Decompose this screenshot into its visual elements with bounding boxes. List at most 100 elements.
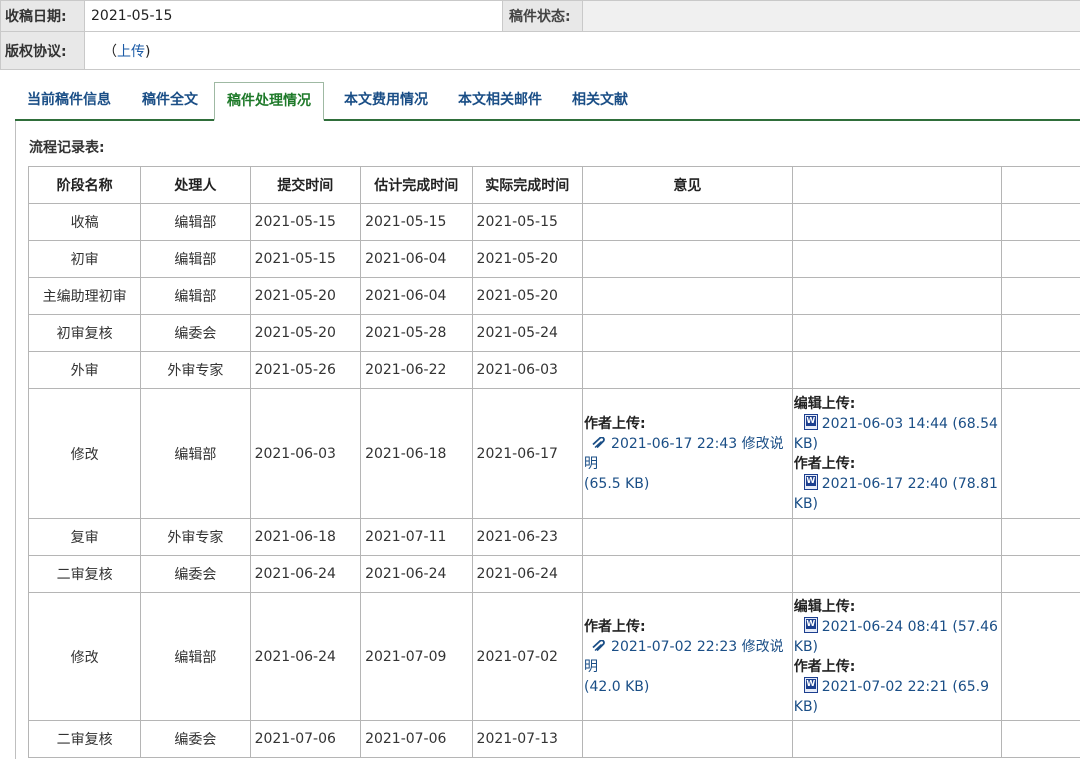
opinion-file-link[interactable]: 2021-06-17 22:43 修改说明 bbox=[584, 436, 784, 472]
copyright-label: 版权协议: bbox=[0, 31, 85, 70]
paperclip-icon bbox=[592, 436, 605, 448]
copyright-close-paren: ) bbox=[145, 43, 151, 60]
submit-time-cell: 2021-05-15 bbox=[249, 203, 362, 241]
extra-cell bbox=[1000, 351, 1080, 389]
tab-related-emails[interactable]: 本文相关邮件 bbox=[458, 82, 542, 119]
actual-time-cell: 2021-05-20 bbox=[471, 277, 584, 315]
files-cell bbox=[791, 720, 1002, 758]
opinion-cell: 作者上传: 2021-06-17 22:43 修改说明 (65.5 KB) bbox=[582, 388, 793, 519]
col-opinion: 意见 bbox=[582, 166, 793, 204]
author-file-link[interactable]: 2021-07-02 22:21 (65.9 bbox=[822, 679, 989, 695]
word-document-icon bbox=[803, 676, 818, 693]
manuscript-info-table: 收稿日期: 2021-05-15 稿件状态: 版权协议: （上传) bbox=[0, 0, 1080, 70]
flow-header-row: 阶段名称 处理人 提交时间 估计完成时间 实际完成时间 意见 bbox=[27, 166, 1080, 204]
col-stage-name: 阶段名称 bbox=[27, 166, 142, 204]
editor-upload-label: 编辑上传: bbox=[793, 598, 856, 615]
estimated-time-cell: 2021-05-28 bbox=[360, 314, 473, 352]
estimated-time-cell: 2021-06-04 bbox=[360, 277, 473, 315]
table-row: 修改 编辑部 2021-06-24 2021-07-09 2021-07-02 作者上传:… bbox=[27, 592, 1080, 721]
files-cell bbox=[791, 314, 1002, 352]
author-file-size[interactable]: KB) bbox=[794, 697, 1001, 717]
tab-processing-status[interactable]: 稿件处理情况 bbox=[214, 82, 324, 121]
stage-name-cell: 初审 bbox=[27, 240, 142, 278]
extra-cell bbox=[1000, 388, 1080, 519]
flow-table-body: 收稿 编辑部 2021-05-15 2021-05-15 2021-05-15 初审 编辑部… bbox=[27, 203, 1080, 758]
author-file-link[interactable]: 2021-06-17 22:40 (78.81 bbox=[822, 476, 998, 492]
author-file-size[interactable]: KB) bbox=[794, 494, 1001, 514]
table-row: 二审复核 编委会 2021-07-06 2021-07-06 2021-07-13 bbox=[27, 720, 1080, 758]
estimated-time-cell: 2021-07-09 bbox=[360, 592, 473, 721]
table-row: 主编助理初审 编辑部 2021-05-20 2021-06-04 2021-05-20 bbox=[27, 277, 1080, 315]
handler-cell: 编辑部 bbox=[140, 203, 251, 241]
handler-cell: 编辑部 bbox=[140, 240, 251, 278]
processing-panel: 流程记录表: 阶段名称 处理人 提交时间 估计完成时间 实际完成时间 意见 收稿… bbox=[15, 121, 1080, 759]
flow-table-title: 流程记录表: bbox=[29, 140, 105, 156]
extra-cell bbox=[1000, 518, 1080, 556]
files-cell bbox=[791, 518, 1002, 556]
extra-cell bbox=[1000, 720, 1080, 758]
editor-file-size[interactable]: KB) bbox=[794, 434, 1001, 454]
extra-cell bbox=[1000, 277, 1080, 315]
editor-file-link[interactable]: 2021-06-03 14:44 (68.54 bbox=[822, 416, 998, 432]
opinion-file-size[interactable]: (42.0 KB) bbox=[584, 677, 792, 697]
extra-cell bbox=[1000, 555, 1080, 593]
extra-cell bbox=[1000, 240, 1080, 278]
opinion-file-size[interactable]: (65.5 KB) bbox=[584, 474, 792, 494]
tab-related-literature[interactable]: 相关文献 bbox=[572, 82, 628, 119]
opinion-cell bbox=[582, 720, 793, 758]
stage-name-cell: 外审 bbox=[27, 351, 142, 389]
opinion-cell bbox=[582, 314, 793, 352]
manuscript-status-value bbox=[582, 0, 1080, 32]
col-extra bbox=[1000, 166, 1080, 204]
files-cell bbox=[791, 351, 1002, 389]
submit-time-cell: 2021-05-20 bbox=[249, 314, 362, 352]
files-cell: 编辑上传:2021-06-03 14:44 (68.54KB)作者上传:2021… bbox=[791, 388, 1002, 519]
editor-file-link[interactable]: 2021-06-24 08:41 (57.46 bbox=[822, 619, 998, 635]
actual-time-cell: 2021-06-23 bbox=[471, 518, 584, 556]
handler-cell: 编辑部 bbox=[140, 592, 251, 721]
handler-cell: 编委会 bbox=[140, 555, 251, 593]
submit-time-cell: 2021-07-06 bbox=[249, 720, 362, 758]
copyright-upload-link[interactable]: 上传 bbox=[117, 44, 145, 60]
copyright-open-paren: （ bbox=[103, 43, 117, 60]
table-row: 收稿 编辑部 2021-05-15 2021-05-15 2021-05-15 bbox=[27, 203, 1080, 241]
stage-name-cell: 收稿 bbox=[27, 203, 142, 241]
tab-current-info[interactable]: 当前稿件信息 bbox=[27, 82, 111, 119]
files-cell bbox=[791, 277, 1002, 315]
estimated-time-cell: 2021-06-22 bbox=[360, 351, 473, 389]
col-actual-time: 实际完成时间 bbox=[471, 166, 584, 204]
editor-file-size[interactable]: KB) bbox=[794, 637, 1001, 657]
actual-time-cell: 2021-07-13 bbox=[471, 720, 584, 758]
col-submit-time: 提交时间 bbox=[249, 166, 362, 204]
paperclip-icon bbox=[592, 639, 605, 651]
files-cell: 编辑上传:2021-06-24 08:41 (57.46KB)作者上传:2021… bbox=[791, 592, 1002, 721]
copyright-value: （上传) bbox=[84, 31, 1080, 70]
estimated-time-cell: 2021-06-18 bbox=[360, 388, 473, 519]
opinion-cell: 作者上传: 2021-07-02 22:23 修改说明 (42.0 KB) bbox=[582, 592, 793, 721]
table-row: 外审 外审专家 2021-05-26 2021-06-22 2021-06-03 bbox=[27, 351, 1080, 389]
actual-time-cell: 2021-06-24 bbox=[471, 555, 584, 593]
submit-time-cell: 2021-06-18 bbox=[249, 518, 362, 556]
opinion-file-link[interactable]: 2021-07-02 22:23 修改说明 bbox=[584, 639, 784, 675]
handler-cell: 编辑部 bbox=[140, 388, 251, 519]
estimated-time-cell: 2021-07-06 bbox=[360, 720, 473, 758]
actual-time-cell: 2021-06-17 bbox=[471, 388, 584, 519]
opinion-author-upload-label: 作者上传: bbox=[584, 415, 646, 432]
stage-name-cell: 修改 bbox=[27, 388, 142, 519]
actual-time-cell: 2021-07-02 bbox=[471, 592, 584, 721]
extra-cell bbox=[1000, 314, 1080, 352]
tab-full-text[interactable]: 稿件全文 bbox=[142, 82, 198, 119]
files-cell bbox=[791, 203, 1002, 241]
table-row: 初审 编辑部 2021-05-15 2021-06-04 2021-05-20 bbox=[27, 240, 1080, 278]
estimated-time-cell: 2021-06-24 bbox=[360, 555, 473, 593]
opinion-cell bbox=[582, 351, 793, 389]
received-row: 收稿日期: 2021-05-15 稿件状态: bbox=[0, 0, 1080, 32]
tab-fees[interactable]: 本文费用情况 bbox=[344, 82, 428, 119]
submit-time-cell: 2021-06-03 bbox=[249, 388, 362, 519]
estimated-time-cell: 2021-07-11 bbox=[360, 518, 473, 556]
stage-name-cell: 修改 bbox=[27, 592, 142, 721]
opinion-cell bbox=[582, 240, 793, 278]
word-document-icon bbox=[803, 473, 818, 490]
table-row: 复审 外审专家 2021-06-18 2021-07-11 2021-06-23 bbox=[27, 518, 1080, 556]
author-upload-label: 作者上传: bbox=[793, 455, 856, 472]
